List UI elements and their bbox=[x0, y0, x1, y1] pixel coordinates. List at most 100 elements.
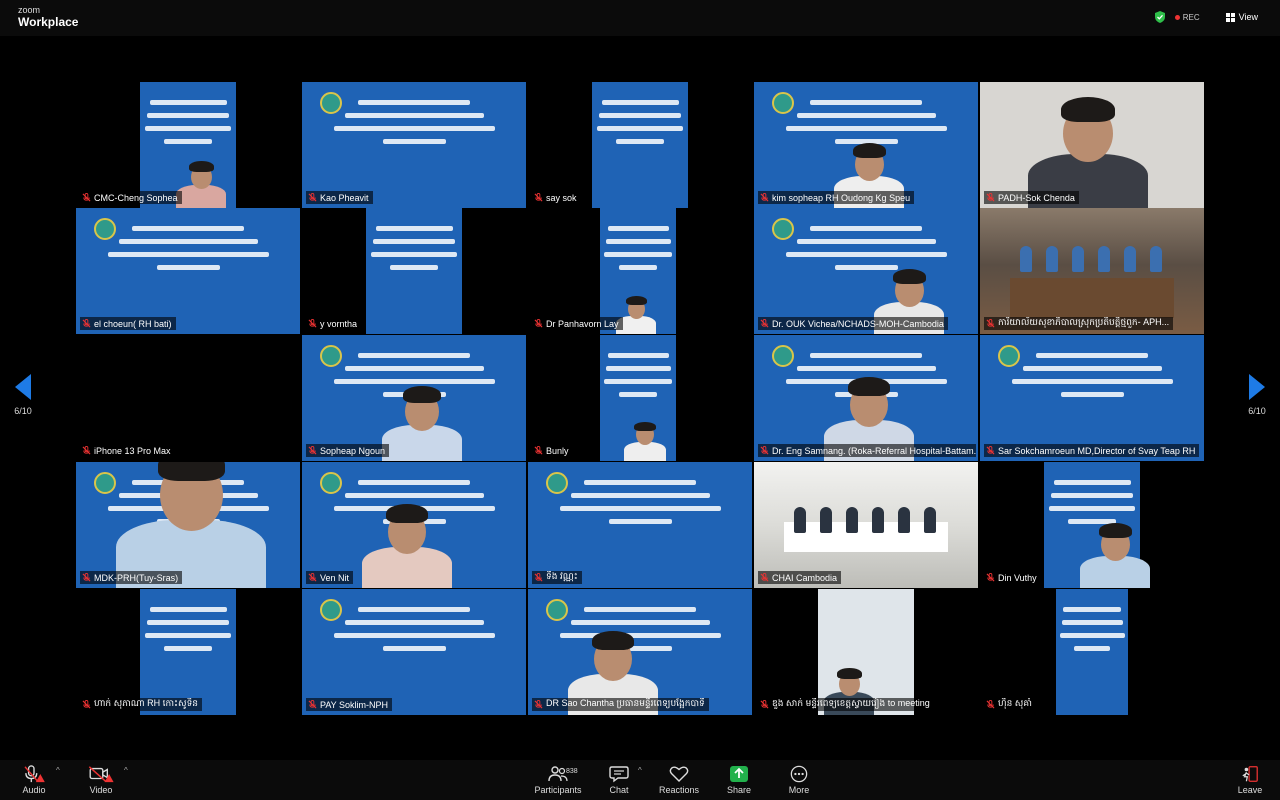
participant-tile[interactable]: el choeun( RH bati) bbox=[76, 208, 300, 334]
more-button[interactable]: More bbox=[771, 765, 827, 795]
participant-name: ហ៊ិន សុគាំ bbox=[984, 698, 1036, 711]
participant-video bbox=[176, 153, 226, 208]
participant-name-label: Sopheap Ngoun bbox=[320, 445, 386, 456]
microphone-muted-icon bbox=[760, 446, 769, 455]
participant-tile[interactable]: MDK-PRH(Tuy-Sras) bbox=[76, 462, 300, 588]
chat-options-caret-icon[interactable]: ^ bbox=[638, 766, 642, 775]
microphone-muted-icon bbox=[534, 700, 543, 709]
heart-icon bbox=[669, 766, 689, 782]
participant-name: Sopheap Ngoun bbox=[306, 444, 390, 457]
security-shield-icon[interactable] bbox=[1154, 11, 1165, 23]
participant-name-label: Bunly bbox=[546, 445, 569, 456]
more-icon bbox=[790, 765, 808, 783]
participant-tile[interactable]: DR Sao Chantha ប្រធានមន្ទីរពេទ្យបង្អែកបា… bbox=[528, 589, 752, 715]
rec-label: REC bbox=[1182, 12, 1200, 22]
microphone-muted-icon bbox=[534, 319, 543, 328]
video-label: Video bbox=[89, 785, 113, 795]
shared-slide-background bbox=[302, 589, 526, 715]
participant-video bbox=[362, 489, 452, 588]
video-options-caret-icon[interactable]: ^ bbox=[124, 766, 128, 775]
participant-name: PAY Soklim-NPH bbox=[306, 698, 393, 711]
participant-name-label: PADH-Sok Chenda bbox=[998, 192, 1075, 203]
participant-tile[interactable]: y vorntha bbox=[302, 208, 526, 334]
participant-video bbox=[1080, 511, 1150, 588]
participant-name: Dr. OUK Vichea/NCHADS-MOH-Cambodia bbox=[758, 317, 948, 330]
view-button[interactable]: View bbox=[1225, 12, 1258, 22]
brand-small: zoom bbox=[18, 5, 41, 15]
participant-tile[interactable]: kim sopheap RH Oudong Kg Speu bbox=[754, 82, 978, 208]
participant-tile[interactable]: Ven Nit bbox=[302, 462, 526, 588]
participant-name: ទីង វណ្ណះ bbox=[532, 571, 582, 584]
participant-tile[interactable]: Sar Sokchamroeun MD,Director of Svay Tea… bbox=[980, 335, 1204, 461]
participant-name: y vorntha bbox=[306, 317, 362, 330]
participant-video bbox=[624, 415, 666, 461]
share-screen-icon bbox=[730, 766, 748, 782]
recording-indicator[interactable]: REC bbox=[1174, 12, 1200, 22]
participant-count: 838 bbox=[566, 768, 578, 775]
leave-label: Leave bbox=[1237, 785, 1263, 795]
participant-tile[interactable]: say sok bbox=[528, 82, 752, 208]
brand-name: Workplace bbox=[18, 15, 79, 29]
audio-button[interactable]: Audio bbox=[6, 765, 62, 795]
microphone-muted-icon bbox=[82, 319, 91, 328]
microphone-muted-icon bbox=[308, 573, 317, 582]
microphone-muted-icon bbox=[986, 319, 995, 328]
participant-name-label: Dr. Eng Samnang. (Roka-Referral Hospital… bbox=[772, 445, 976, 456]
participant-name: Ven Nit bbox=[306, 571, 354, 584]
participant-tile[interactable]: Dr Panhavorn Lay bbox=[528, 208, 752, 334]
participant-name-label: say sok bbox=[546, 192, 577, 203]
participant-name: CMC-Cheng Sophea bbox=[80, 191, 182, 204]
participant-tile[interactable]: Kao Pheavit bbox=[302, 82, 526, 208]
previous-page-button[interactable]: 6/10 bbox=[8, 374, 38, 416]
participant-tile[interactable]: ហ៊ិន សុគាំ bbox=[980, 589, 1204, 715]
microphone-muted-icon bbox=[308, 193, 317, 202]
participant-tile[interactable]: ហាក់ សុភាណា RH កោះសូទិន bbox=[76, 589, 300, 715]
participant-name: iPhone 13 Pro Max bbox=[80, 444, 175, 457]
participant-tile[interactable]: CMC-Cheng Sophea bbox=[76, 82, 300, 208]
participant-tile[interactable]: PADH-Sok Chenda bbox=[980, 82, 1204, 208]
participant-name: Dr. Eng Samnang. (Roka-Referral Hospital… bbox=[758, 444, 976, 457]
participant-name: el choeun( RH bati) bbox=[80, 317, 176, 330]
participant-name-label: PAY Soklim-NPH bbox=[320, 699, 389, 710]
participant-tile[interactable]: PAY Soklim-NPH bbox=[302, 589, 526, 715]
participant-name-label: ទីង វណ្ណះ bbox=[546, 571, 578, 581]
app-logo: zoom Workplace bbox=[18, 5, 79, 29]
participant-tile[interactable]: Din Vuthy bbox=[980, 462, 1204, 588]
participant-tile[interactable]: Bunly bbox=[528, 335, 752, 461]
participant-tile[interactable]: Sopheap Ngoun bbox=[302, 335, 526, 461]
participant-tile[interactable]: ទីង វណ្ណះ bbox=[528, 462, 752, 588]
share-button[interactable]: Share bbox=[711, 765, 767, 795]
leave-button[interactable]: Leave bbox=[1222, 765, 1278, 795]
participant-name-label: el choeun( RH bati) bbox=[94, 318, 172, 329]
participant-name-label: Ven Nit bbox=[320, 572, 350, 583]
shared-slide-background bbox=[140, 589, 236, 715]
leave-icon bbox=[1242, 766, 1258, 782]
participant-tile[interactable]: CHAI Cambodia bbox=[754, 462, 978, 588]
participant-tile[interactable]: iPhone 13 Pro Max bbox=[76, 335, 300, 461]
reactions-button[interactable]: Reactions bbox=[651, 765, 707, 795]
participant-name-label: Sar Sokchamroeun MD,Director of Svay Tea… bbox=[998, 445, 1196, 456]
participant-name: MDK-PRH(Tuy-Sras) bbox=[80, 571, 183, 584]
participant-name: ឌួង សាក់ មន្ទីរពេទ្យខេត្តស្វាយរៀង to mee… bbox=[758, 698, 934, 711]
participant-name-label: CMC-Cheng Sophea bbox=[94, 192, 178, 203]
participant-name: PADH-Sok Chenda bbox=[984, 191, 1079, 204]
microphone-muted-icon bbox=[82, 700, 91, 709]
participant-tile[interactable]: ការិយាល័យសុខាភិបាលស្រុកប្រតិបត្តិថ្មពួក-… bbox=[980, 208, 1204, 334]
more-label: More bbox=[788, 785, 810, 795]
audio-options-caret-icon[interactable]: ^ bbox=[56, 766, 60, 775]
participant-name-label: iPhone 13 Pro Max bbox=[94, 445, 171, 456]
participant-tile[interactable]: Dr. Eng Samnang. (Roka-Referral Hospital… bbox=[754, 335, 978, 461]
participant-tile[interactable]: ឌួង សាក់ មន្ទីរពេទ្យខេត្តស្វាយរៀង to mee… bbox=[754, 589, 978, 715]
shared-slide-background bbox=[980, 335, 1204, 461]
video-button[interactable]: Video bbox=[73, 765, 129, 795]
page-indicator-right: 6/10 bbox=[1248, 406, 1266, 416]
microphone-muted-icon bbox=[760, 319, 769, 328]
participant-name-label: Din Vuthy bbox=[998, 572, 1037, 583]
shared-slide-background bbox=[754, 208, 978, 334]
participant-name-label: y vorntha bbox=[320, 318, 358, 329]
participant-tile[interactable]: Dr. OUK Vichea/NCHADS-MOH-Cambodia bbox=[754, 208, 978, 334]
page-indicator-left: 6/10 bbox=[14, 406, 32, 416]
microphone-muted-icon bbox=[308, 446, 317, 455]
shared-slide-background bbox=[302, 82, 526, 208]
next-page-button[interactable]: 6/10 bbox=[1242, 374, 1272, 416]
